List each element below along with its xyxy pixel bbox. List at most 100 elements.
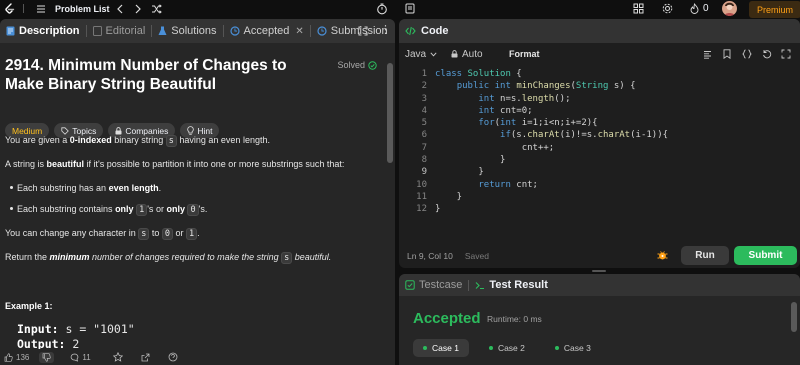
runtime-info: Runtime: 0 ms: [487, 314, 542, 324]
bookmark-icon[interactable]: [723, 49, 731, 59]
fullscreen-icon[interactable]: [781, 49, 791, 59]
share-icon: [141, 353, 150, 361]
divider: [23, 4, 24, 13]
case-tab-3[interactable]: Case 3: [545, 339, 601, 357]
description-paragraph-3: You can change any character in s to 0 o…: [5, 227, 200, 240]
text: if it's possible to partition it into on…: [84, 159, 345, 169]
case-tab-2[interactable]: Case 2: [479, 339, 535, 357]
auto-mode-toggle[interactable]: Auto: [451, 49, 483, 60]
shuffle-icon[interactable]: [151, 0, 162, 17]
text-bold: 0-indexed: [69, 135, 112, 145]
text: .: [158, 183, 162, 193]
save-status: Saved: [464, 251, 489, 261]
run-button[interactable]: Run: [681, 246, 729, 265]
share-button[interactable]: [141, 353, 150, 362]
case-tab-1[interactable]: Case 1: [413, 339, 469, 357]
scrollbar-thumb[interactable]: [387, 63, 393, 163]
text-italic: beautiful.: [292, 252, 332, 262]
tab-testcase[interactable]: Testcase: [405, 279, 462, 291]
favorite-button[interactable]: [112, 352, 123, 362]
next-problem-icon[interactable]: [134, 0, 142, 17]
pass-dot: [488, 346, 493, 350]
prev-problem-icon[interactable]: [116, 0, 124, 17]
editor-status: Ln 9, Col 10 Saved: [407, 251, 489, 261]
notebook-icon[interactable]: [405, 0, 415, 17]
example-title: Example 1:: [5, 301, 53, 311]
text: having an even length.: [176, 135, 270, 145]
description-paragraph-2: A string is beautiful if it's possible t…: [5, 158, 344, 170]
language-selector[interactable]: Java: [405, 49, 437, 60]
timer-icon[interactable]: [376, 0, 388, 17]
submit-button[interactable]: Submit: [734, 246, 797, 265]
condition-1: Each substring has an even length.: [17, 182, 161, 194]
text: .: [197, 228, 200, 238]
align-left-icon[interactable]: [703, 50, 712, 59]
tab-solutions[interactable]: Solutions: [152, 19, 222, 43]
inline-code: 1: [186, 228, 198, 240]
bullet-dot: [10, 207, 13, 210]
tab-accepted-label: Accepted: [243, 25, 290, 37]
braces-icon[interactable]: [742, 49, 752, 59]
problem-list-link[interactable]: Problem List: [55, 0, 110, 17]
line-number: 11: [416, 191, 427, 202]
text: A string is: [5, 159, 47, 169]
line-number: 8: [421, 155, 427, 166]
comments-button[interactable]: 11: [70, 353, 91, 362]
checkbox-icon: [405, 280, 415, 290]
result-scrollbar-thumb[interactable]: [791, 302, 797, 332]
cursor-position: Ln 9, Col 10: [407, 251, 453, 261]
description-scrollbar[interactable]: [386, 43, 394, 349]
condition-2: Each substring contains only 1's or only…: [17, 203, 207, 216]
resize-grip[interactable]: [592, 270, 606, 272]
like-button[interactable]: 136: [4, 353, 29, 362]
code-panel: Code Java Auto Format 1 2 3 4 5 6 7 8 9 10 11 12 cl…: [399, 19, 800, 268]
streak-counter[interactable]: 0: [690, 0, 709, 17]
problem-list-icon[interactable]: [36, 0, 46, 17]
tab-editorial[interactable]: Editorial: [87, 19, 152, 43]
verdict-status: Accepted: [413, 310, 481, 327]
maximize-icon[interactable]: [358, 26, 368, 36]
tab-editorial-label: Editorial: [105, 25, 146, 37]
book-icon: [92, 26, 102, 36]
example-input-value: s = "1001": [58, 322, 135, 336]
inline-code: s: [165, 135, 177, 147]
description-paragraph-4: Return the minimum number of changes req…: [5, 251, 331, 264]
text: to: [149, 228, 162, 238]
text: or: [173, 228, 187, 238]
more-options-icon[interactable]: ⋮: [380, 25, 391, 36]
like-count: 136: [16, 352, 30, 362]
pass-dot: [423, 346, 427, 350]
result-panel-header: Testcase Test Result: [399, 274, 800, 296]
code-editor[interactable]: class Solution { public int minChanges(S…: [435, 68, 668, 216]
history-icon: [317, 26, 327, 36]
reset-icon[interactable]: [762, 49, 772, 59]
line-number: 10: [416, 179, 427, 190]
dislike-button[interactable]: [39, 351, 55, 363]
chevron-down-icon: [430, 51, 437, 57]
premium-button[interactable]: Premium: [749, 1, 800, 18]
line-number: 1: [421, 69, 427, 79]
inline-code: 0: [161, 228, 174, 240]
text-bold: even length: [108, 183, 159, 193]
avatar[interactable]: [722, 1, 737, 16]
line-number: 4: [421, 105, 427, 116]
tab-description[interactable]: Description: [0, 19, 86, 43]
text-bold: only: [166, 204, 185, 214]
tab-accepted[interactable]: Accepted ✕: [224, 19, 310, 43]
inline-code: 1: [136, 204, 148, 216]
help-button[interactable]: [168, 352, 178, 362]
streak-count: 0: [703, 3, 709, 14]
leetcode-logo-icon[interactable]: [4, 0, 16, 17]
layout-grid-icon[interactable]: [633, 0, 644, 17]
code-panel-header: Code: [399, 19, 800, 43]
text: 's.: [198, 204, 208, 214]
format-button[interactable]: Format: [509, 49, 540, 59]
debug-icon[interactable]: [656, 249, 669, 262]
settings-gear-icon[interactable]: [662, 0, 673, 17]
line-number: 5: [421, 118, 427, 129]
line-number: 12: [416, 204, 427, 215]
problem-panel: Description Editorial Solutions Accepted…: [0, 19, 395, 365]
close-icon[interactable]: ✕: [295, 26, 303, 37]
tab-test-result[interactable]: Test Result: [475, 279, 548, 291]
thumbs-down-icon: [43, 352, 52, 362]
